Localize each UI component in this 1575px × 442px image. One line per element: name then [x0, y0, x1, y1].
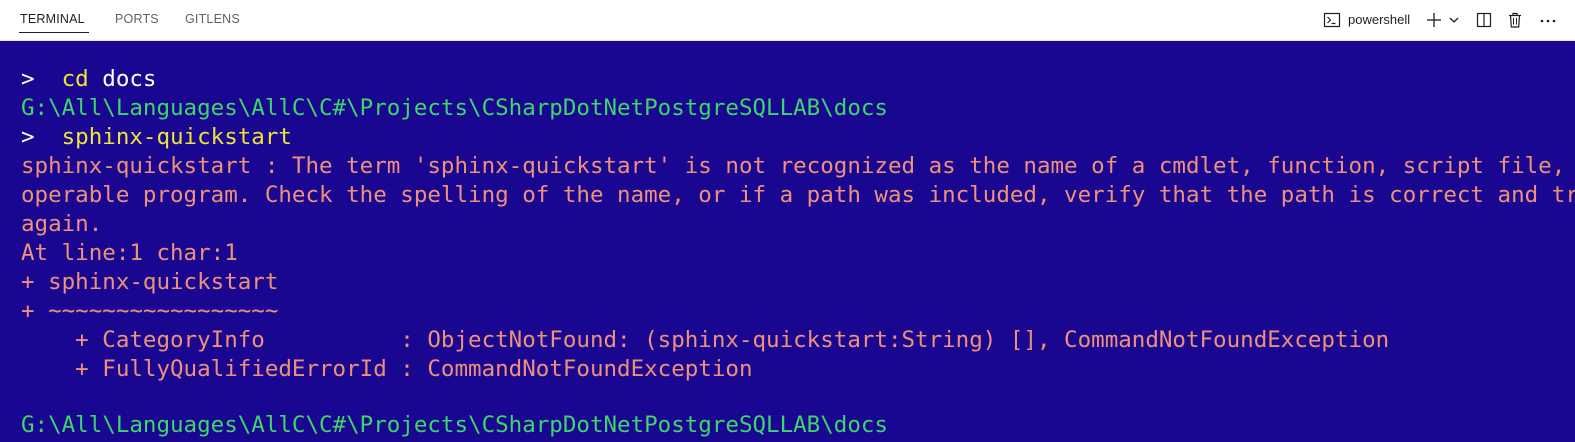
- terminal-line-path: G:\All\Languages\AllC\C#\Projects\CSharp…: [21, 95, 888, 121]
- terminal-line-error: At line:1 char:1: [21, 240, 238, 266]
- prompt-symbol: >: [21, 66, 62, 92]
- terminal-line-prompt: > cd docs: [21, 65, 156, 94]
- terminal-line-error: sphinx-quickstart : The term 'sphinx-qui…: [21, 153, 1575, 179]
- terminal-line-prompt: > sphinx-quickstart: [21, 123, 292, 152]
- panel-header: TERMINAL PORTS GITLENS powershell: [0, 0, 1575, 41]
- split-icon[interactable]: [1474, 10, 1494, 30]
- command-name: sphinx-quickstart: [61, 124, 292, 150]
- plus-icon[interactable]: [1424, 10, 1444, 30]
- terminal-line-error: again.: [21, 211, 103, 237]
- tab-ports[interactable]: PORTS: [115, 12, 159, 26]
- command-argument: docs: [88, 66, 157, 92]
- tab-terminal[interactable]: TERMINAL: [20, 12, 85, 26]
- command-name: cd: [61, 66, 89, 92]
- chevron-down-icon[interactable]: [1446, 10, 1462, 30]
- ellipsis-icon[interactable]: [1537, 10, 1559, 30]
- terminal-output[interactable]: > cd docs G:\All\Languages\AllC\C#\Proje…: [0, 41, 1575, 442]
- terminal-line-error: + ~~~~~~~~~~~~~~~~~: [21, 298, 279, 324]
- tab-gitlens[interactable]: GITLENS: [185, 12, 240, 26]
- active-tab-indicator: [19, 32, 89, 33]
- prompt-symbol: >: [21, 124, 62, 150]
- terminal-line-error: + FullyQualifiedErrorId : CommandNotFoun…: [21, 356, 753, 382]
- terminal-profile-label[interactable]: powershell: [1348, 12, 1410, 27]
- terminal-line-error: + sphinx-quickstart: [21, 269, 279, 295]
- terminal-line-path: G:\All\Languages\AllC\C#\Projects\CSharp…: [21, 412, 888, 438]
- terminal-line-error: + CategoryInfo : ObjectNotFound: (sphinx…: [21, 327, 1390, 353]
- terminal-line-error: operable program. Check the spelling of …: [21, 182, 1575, 208]
- trash-icon[interactable]: [1505, 10, 1525, 30]
- terminal-icon[interactable]: [1322, 10, 1342, 30]
